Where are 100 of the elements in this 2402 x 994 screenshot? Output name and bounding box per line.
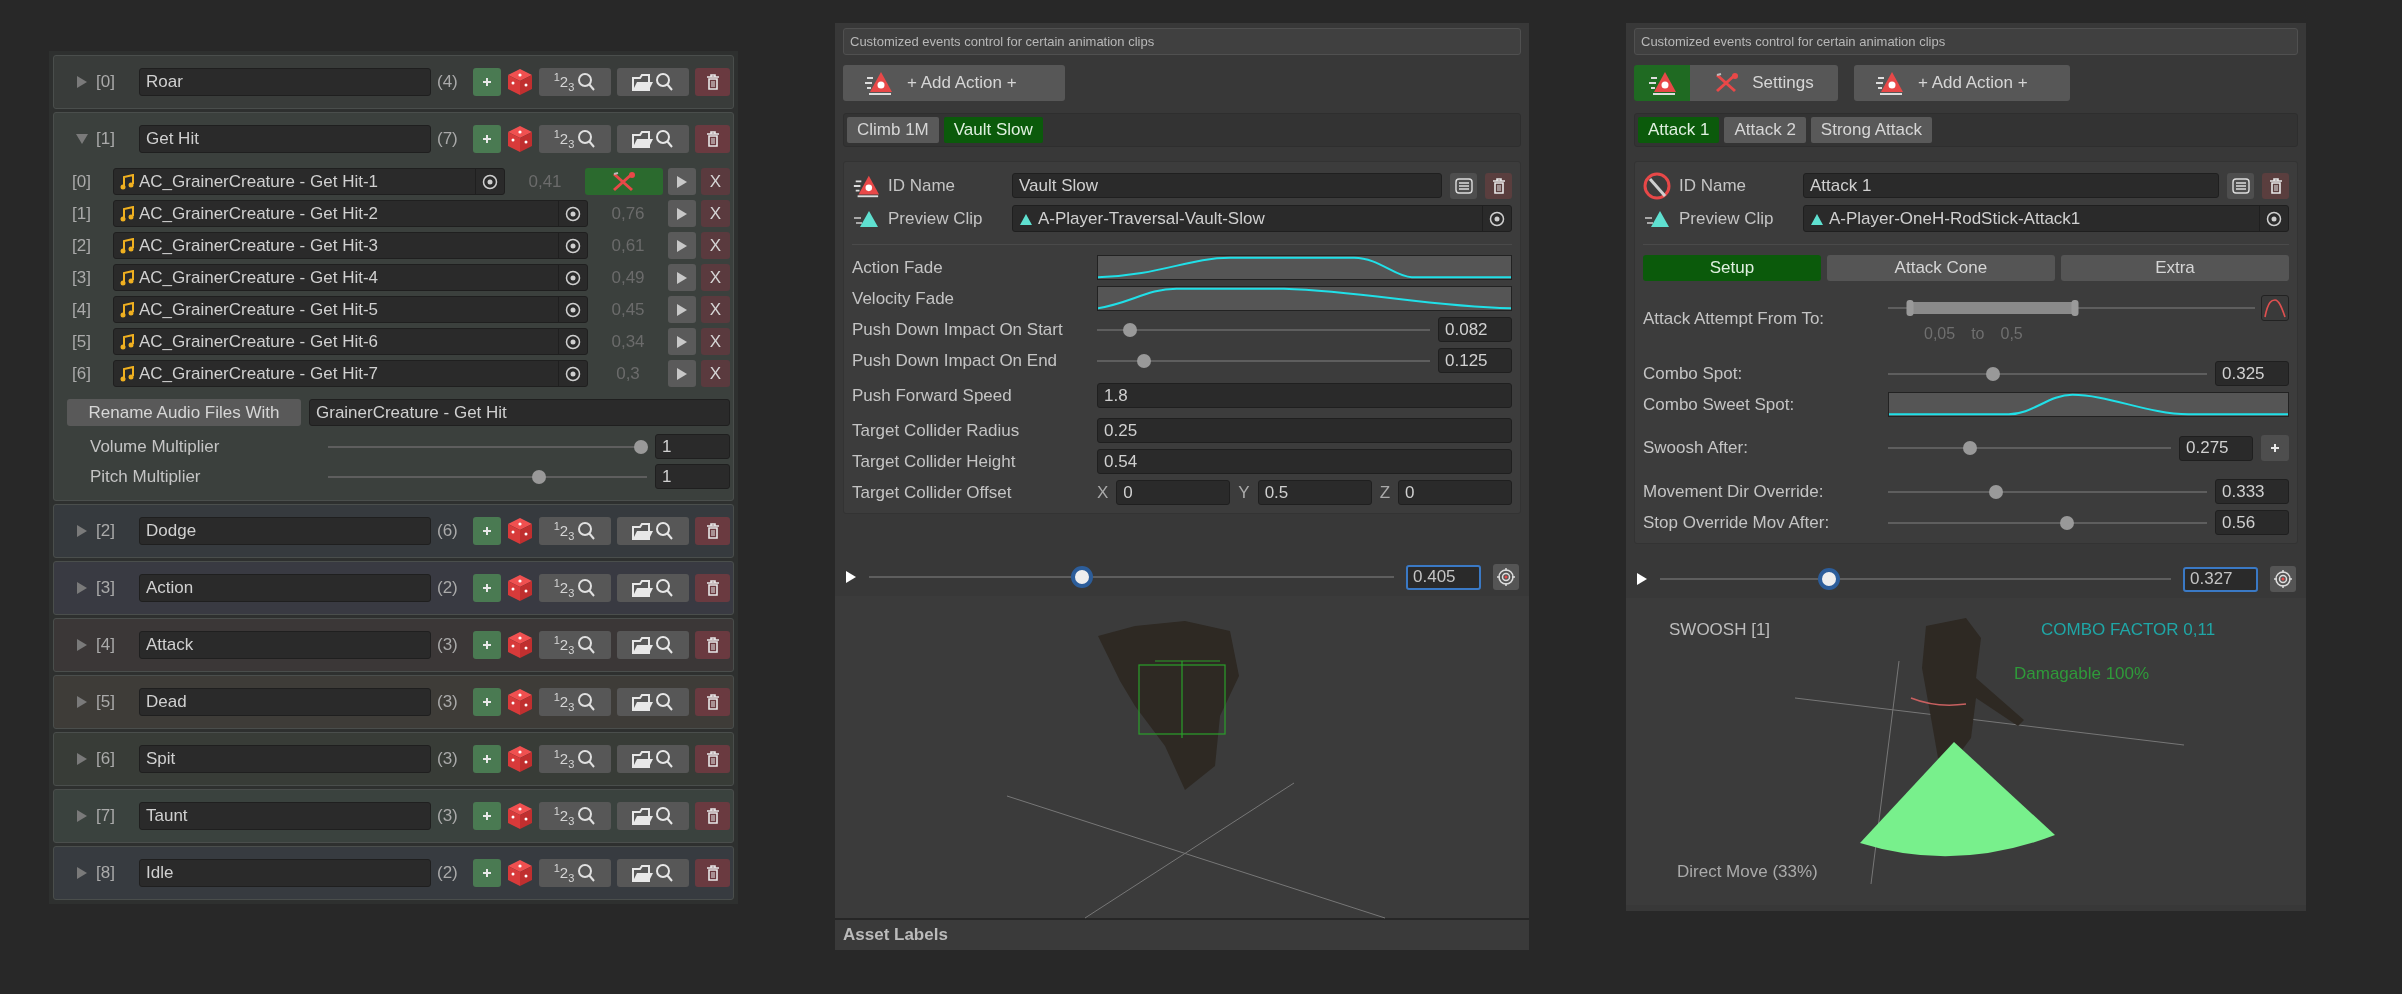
browse-button[interactable] — [617, 517, 689, 545]
delete-button[interactable] — [695, 745, 730, 773]
name-field[interactable]: Roar — [139, 68, 431, 96]
slider-thumb[interactable] — [1989, 484, 2004, 499]
dice-icon[interactable] — [507, 688, 533, 716]
audio-clip-field[interactable]: AC_GrainerCreature - Get Hit-4 — [113, 264, 588, 291]
id-name-field[interactable]: Vault Slow — [1012, 173, 1442, 198]
remove-button[interactable]: X — [701, 200, 730, 227]
slider-thumb[interactable] — [1136, 353, 1151, 368]
dice-icon[interactable] — [507, 631, 533, 659]
number-search-button[interactable]: $^{1}$2$_{3}$ — [539, 859, 611, 887]
curve-button[interactable] — [2261, 295, 2289, 321]
slider-thumb[interactable] — [1123, 322, 1138, 337]
add-button[interactable] — [473, 859, 501, 887]
target-icon[interactable] — [2266, 210, 2282, 227]
time-field[interactable]: 0.327 — [2183, 566, 2258, 592]
range-handle[interactable] — [2071, 300, 2079, 316]
play-button[interactable] — [668, 360, 696, 387]
triangle-down-icon[interactable] — [74, 133, 90, 145]
value-field[interactable]: 0 — [1116, 480, 1231, 505]
browse-button[interactable] — [617, 802, 689, 830]
play-button[interactable] — [668, 232, 696, 259]
target-icon[interactable] — [482, 173, 498, 190]
add-button[interactable] — [473, 68, 501, 96]
mode-button[interactable] — [1634, 65, 1690, 101]
focus-button[interactable] — [2270, 566, 2296, 592]
value-field[interactable]: 0.5 — [1257, 480, 1372, 505]
name-field[interactable]: Dead — [139, 688, 431, 716]
target-icon[interactable] — [565, 237, 581, 254]
name-field[interactable]: Dodge — [139, 517, 431, 545]
curve-field[interactable] — [1097, 255, 1512, 280]
delete-button[interactable] — [695, 688, 730, 716]
tab[interactable]: Setup — [1643, 255, 1821, 281]
add-action-button[interactable]: + Add Action + — [1854, 65, 2070, 101]
dice-icon[interactable] — [507, 68, 533, 96]
dice-icon[interactable] — [507, 859, 533, 887]
value-field[interactable]: 0.082 — [1438, 317, 1512, 342]
tab[interactable]: Attack 1 — [1638, 117, 1720, 143]
settings-button[interactable]: Settings — [1690, 65, 1838, 101]
rename-button[interactable]: Rename Audio Files With — [67, 399, 301, 426]
slider-thumb[interactable] — [2059, 515, 2074, 530]
name-field[interactable]: Spit — [139, 745, 431, 773]
slider-thumb[interactable] — [531, 469, 546, 484]
play-button[interactable] — [668, 168, 696, 195]
delete-button[interactable] — [695, 574, 730, 602]
add-button[interactable] — [473, 631, 501, 659]
add-button[interactable] — [2261, 435, 2289, 461]
delete-button[interactable] — [1485, 172, 1512, 199]
number-search-button[interactable]: $^{1}$2$_{3}$ — [539, 574, 611, 602]
id-name-field[interactable]: Attack 1 — [1803, 173, 2219, 198]
audio-clip-field[interactable]: AC_GrainerCreature - Get Hit-2 — [113, 200, 588, 227]
dice-icon[interactable] — [507, 802, 533, 830]
slider-thumb[interactable] — [633, 439, 648, 454]
add-button[interactable] — [473, 688, 501, 716]
browse-button[interactable] — [617, 745, 689, 773]
number-search-button[interactable]: $^{1}$2$_{3}$ — [539, 631, 611, 659]
range-handle[interactable] — [1906, 300, 1914, 316]
number-search-button[interactable]: $^{1}$2$_{3}$ — [539, 125, 611, 153]
timeline-thumb[interactable] — [1817, 568, 1840, 590]
tab[interactable]: Extra — [2060, 255, 2289, 281]
add-button[interactable] — [473, 517, 501, 545]
number-search-button[interactable]: $^{1}$2$_{3}$ — [539, 802, 611, 830]
number-search-button[interactable]: $^{1}$2$_{3}$ — [539, 517, 611, 545]
value-field[interactable]: 0 — [1398, 480, 1512, 505]
audio-clip-field[interactable]: AC_GrainerCreature - Get Hit-1 — [113, 168, 505, 195]
value-field[interactable]: 1.8 — [1097, 383, 1512, 408]
play-button[interactable] — [668, 296, 696, 323]
value-field[interactable]: 0.25 — [1097, 418, 1512, 443]
value-field[interactable]: 0.275 — [2179, 435, 2253, 461]
delete-button[interactable] — [695, 125, 730, 153]
target-icon[interactable] — [565, 269, 581, 286]
tab[interactable]: Climb 1M — [847, 117, 939, 143]
browse-button[interactable] — [617, 859, 689, 887]
browse-button[interactable] — [617, 68, 689, 96]
remove-button[interactable]: X — [701, 168, 730, 195]
play-button[interactable] — [668, 264, 696, 291]
add-button[interactable] — [473, 125, 501, 153]
audio-clip-field[interactable]: AC_GrainerCreature - Get Hit-5 — [113, 296, 588, 323]
rename-field[interactable]: GrainerCreature - Get Hit — [309, 399, 730, 426]
delete-button[interactable] — [2262, 172, 2289, 199]
number-search-button[interactable]: $^{1}$2$_{3}$ — [539, 68, 611, 96]
remove-button[interactable]: X — [701, 232, 730, 259]
remove-button[interactable]: X — [701, 360, 730, 387]
tab[interactable]: Attack 2 — [1724, 117, 1806, 143]
audio-clip-field[interactable]: AC_GrainerCreature - Get Hit-3 — [113, 232, 588, 259]
name-field[interactable]: Action — [139, 574, 431, 602]
list-button[interactable] — [1450, 172, 1477, 199]
add-button[interactable] — [473, 574, 501, 602]
dice-icon[interactable] — [507, 125, 533, 153]
value-field[interactable]: 0.125 — [1438, 348, 1512, 373]
clip-field[interactable]: A-Player-Traversal-Vault-Slow — [1012, 205, 1512, 232]
delete-button[interactable] — [695, 68, 730, 96]
dice-icon[interactable] — [507, 517, 533, 545]
target-icon[interactable] — [1489, 210, 1505, 227]
target-icon[interactable] — [565, 301, 581, 318]
browse-button[interactable] — [617, 688, 689, 716]
clip-field[interactable]: A-Player-OneH-RodStick-Attack1 — [1803, 205, 2289, 232]
tab[interactable]: Strong Attack — [1810, 117, 1932, 143]
target-icon[interactable] — [565, 365, 581, 382]
delete-button[interactable] — [695, 517, 730, 545]
